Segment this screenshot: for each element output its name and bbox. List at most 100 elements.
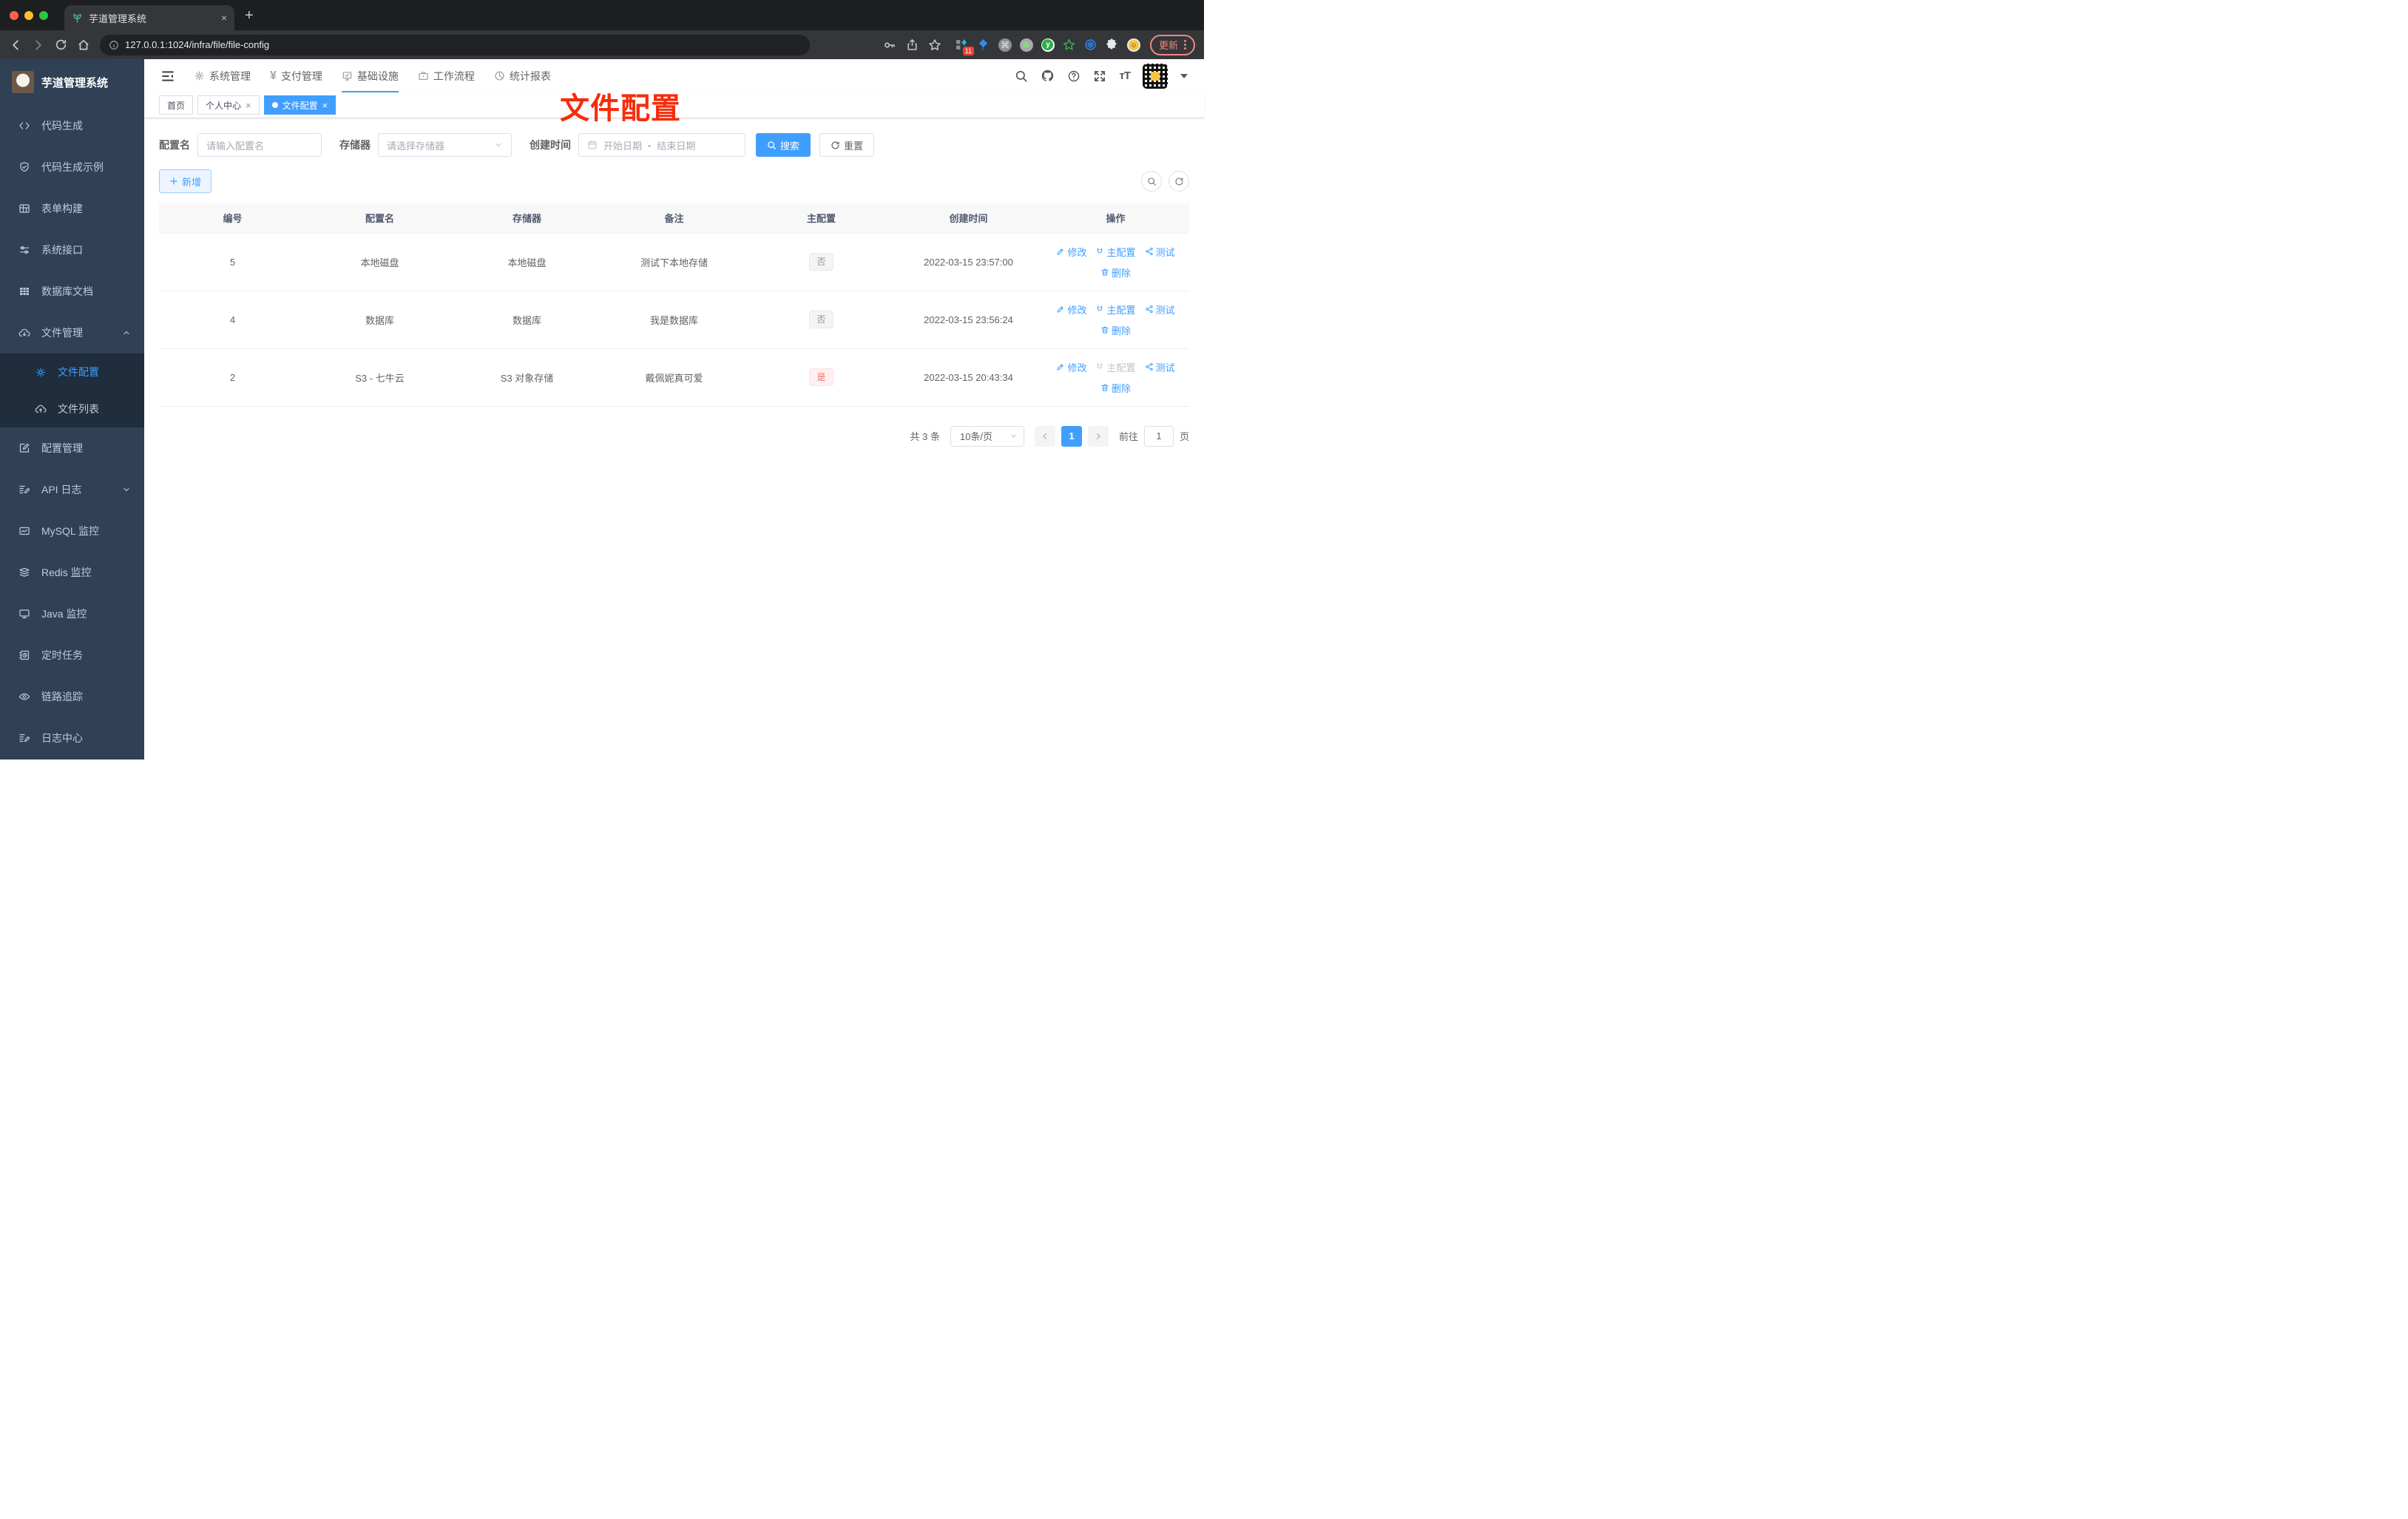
command-extension-icon[interactable]: ⌘ [998,38,1012,52]
tag-tab-home[interactable]: 首页 [159,95,194,115]
sidebar-item-redis-monitor[interactable]: Redis 监控 [0,552,144,593]
forward-icon[interactable] [32,38,45,52]
tab-close-icon[interactable]: × [322,100,328,111]
storage-select[interactable]: 请选择存储器 [378,133,512,157]
reset-label: 重置 [844,140,864,152]
cell-id: 4 [159,291,306,349]
fullscreen-icon[interactable] [1093,70,1106,83]
search-icon[interactable] [1015,70,1028,83]
password-key-icon[interactable] [883,38,896,52]
tab-close-icon[interactable]: × [221,12,227,24]
user-avatar-qr[interactable] [1143,63,1168,89]
browser-menu-icon[interactable] [1184,40,1186,50]
table-row: 2 S3 - 七牛云 S3 对象存储 戴佩妮真可爱 是 2022-03-15 2… [159,348,1189,407]
nav-item-payment[interactable]: ¥ 支付管理 [260,59,332,92]
cell-created: 2022-03-15 23:56:24 [895,291,1042,349]
close-window-button[interactable] [10,10,18,20]
tab-close-icon[interactable]: × [246,100,251,111]
tab-label: 个人中心 [206,100,242,111]
test-link[interactable]: 测试 [1145,360,1175,374]
sidebar-item-code-demo[interactable]: 代码生成示例 [0,146,144,188]
target-extension-icon[interactable] [1084,38,1098,52]
cell-created: 2022-03-15 23:57:00 [895,233,1042,291]
sidebar-item-file-config[interactable]: 文件配置 [0,353,144,390]
new-tab-button[interactable]: + [245,8,254,23]
sidebar-item-db-doc[interactable]: 数据库文档 [0,271,144,312]
sidebar-item-api-log[interactable]: API 日志 [0,469,144,510]
date-range-picker[interactable]: 开始日期 - 结束日期 [578,133,745,157]
sidebar-item-mysql-monitor[interactable]: MySQL 监控 [0,510,144,552]
minimize-window-button[interactable] [24,10,33,20]
sidebar-item-java-monitor[interactable]: Java 监控 [0,593,144,635]
nav-label: 系统管理 [209,70,251,82]
sidebar-item-system-api[interactable]: 系统接口 [0,229,144,271]
search-button[interactable]: 搜索 [756,133,811,157]
layers-icon [19,567,30,577]
bookmark-star-icon[interactable] [928,38,941,52]
browser-tab[interactable]: 芋道管理系统 × [64,5,234,30]
sidebar-item-log-center[interactable]: 日志中心 [0,717,144,759]
site-info-icon[interactable] [109,40,119,50]
y-extension-icon[interactable]: y [1041,38,1055,52]
nav-item-system[interactable]: 系统管理 [184,59,260,92]
back-icon[interactable] [9,38,22,52]
edit-square-icon [19,443,30,453]
kite-extension-icon[interactable] [977,38,990,52]
master-link[interactable]: 主配置 [1095,302,1136,317]
delete-link[interactable]: 删除 [1100,265,1131,280]
reload-icon[interactable] [55,38,67,51]
cell-name: 数据库 [306,291,453,349]
page-size-select[interactable]: 10条/页 [950,425,1024,447]
tag-tab-profile[interactable]: 个人中心 × [197,95,260,115]
next-page-button[interactable] [1087,425,1109,447]
help-icon[interactable] [1067,70,1080,83]
nav-item-infrastructure[interactable]: 基础设施 [332,59,408,92]
master-link[interactable]: 主配置 [1095,245,1136,259]
cell-id: 5 [159,233,306,291]
home-icon[interactable] [77,38,90,52]
sidebar-item-code-gen[interactable]: 代码生成 [0,105,144,146]
star-extension-icon[interactable] [1063,38,1076,52]
edit-link[interactable]: 修改 [1056,245,1086,259]
sidebar-item-config-manage[interactable]: 配置管理 [0,427,144,469]
refresh-table-button[interactable] [1169,171,1189,192]
dot-extension-icon[interactable] [1019,38,1033,52]
browser-chrome: 芋道管理系统 × + 127.0.0.1:1024/infra/file/fil… [0,0,1204,59]
blocks-extension-icon[interactable]: 11 [956,38,974,55]
sidebar-item-cron-job[interactable]: 定时任务 [0,635,144,676]
puzzle-extension-icon[interactable] [1106,38,1119,52]
share-icon[interactable] [906,38,919,51]
user-menu-caret-icon[interactable] [1180,73,1188,78]
reset-button[interactable]: 重置 [819,133,875,157]
tag-tab-file-config[interactable]: 文件配置 × [263,95,336,115]
table-header-row: 编号 配置名 存储器 备注 主配置 创建时间 操作 [159,203,1189,234]
nav-item-workflow[interactable]: 工作流程 [408,59,484,92]
delete-link[interactable]: 删除 [1100,323,1131,337]
sidebar-item-file-list[interactable]: 文件列表 [0,390,144,427]
config-name-input[interactable]: 请输入配置名 [197,133,322,157]
prev-page-button[interactable] [1034,425,1055,447]
edit-link[interactable]: 修改 [1056,302,1086,317]
test-link[interactable]: 测试 [1145,302,1175,317]
sidebar-item-form-builder[interactable]: 表单构建 [0,188,144,229]
add-button[interactable]: 新增 [159,169,212,193]
zoom-window-button[interactable] [39,10,48,20]
url-bar[interactable]: 127.0.0.1:1024/infra/file/file-config [100,34,810,55]
delete-link[interactable]: 删除 [1100,381,1131,395]
test-link[interactable]: 测试 [1145,245,1175,259]
page-number-button[interactable]: 1 [1061,425,1082,447]
sidebar-item-tracing[interactable]: 链路追踪 [0,676,144,717]
sidebar-collapse-icon[interactable] [152,69,184,84]
edit-link[interactable]: 修改 [1056,360,1086,374]
github-icon[interactable] [1041,69,1055,83]
font-size-icon[interactable]: тT [1119,70,1130,82]
hide-search-button[interactable] [1141,171,1162,192]
goto-page-input[interactable]: 1 [1143,425,1174,447]
update-button[interactable]: 更新 [1149,34,1195,55]
magnet-icon [1098,305,1103,311]
nav-item-reports[interactable]: 统计报表 [484,59,561,92]
sidebar-item-file-manage[interactable]: 文件管理 [0,312,144,353]
emoji-extension-icon[interactable]: ☺ [1126,38,1140,52]
update-label: 更新 [1158,40,1178,51]
sidebar-item-label: 数据库文档 [41,285,93,297]
